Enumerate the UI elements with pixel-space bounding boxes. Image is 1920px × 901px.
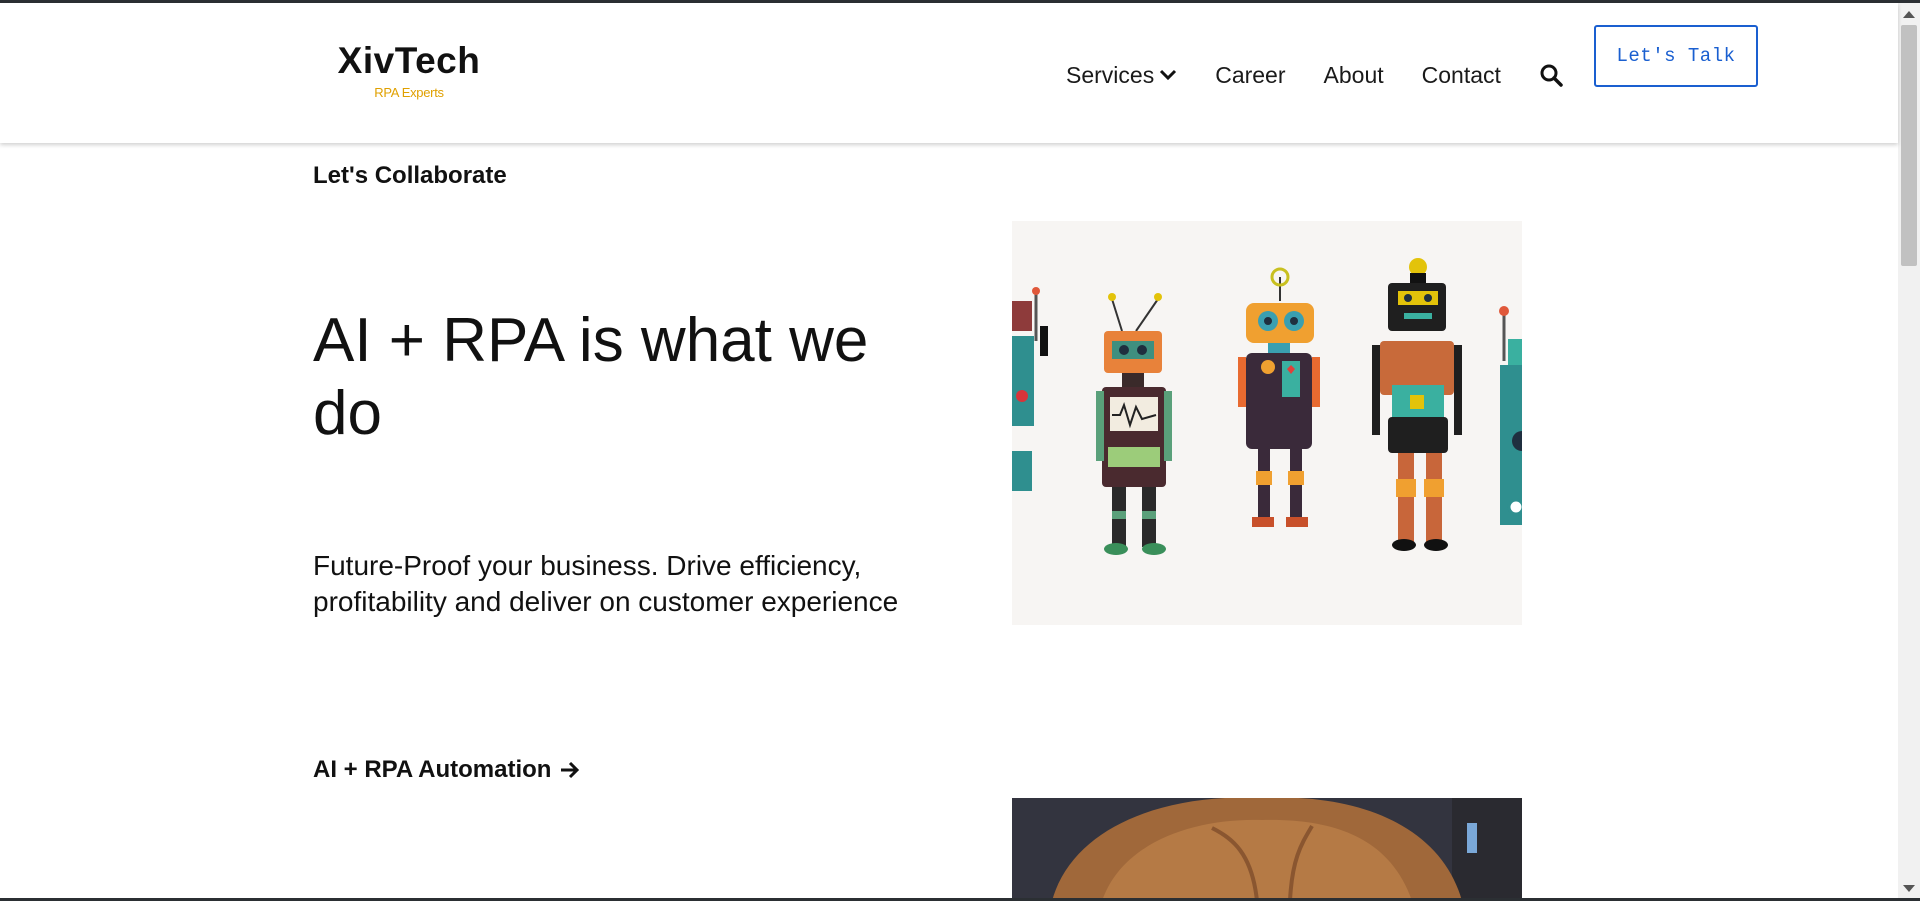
person-photo: [1012, 798, 1522, 901]
lets-talk-button[interactable]: Let's Talk: [1594, 25, 1758, 87]
scroll-up-arrow-icon[interactable]: [1903, 11, 1915, 18]
site-logo[interactable]: XivTech RPA Experts: [334, 39, 484, 100]
ai-rpa-automation-link[interactable]: AI + RPA Automation: [313, 756, 581, 784]
vertical-scrollbar[interactable]: [1898, 3, 1920, 898]
nav-about[interactable]: About: [1324, 62, 1384, 89]
scrollbar-thumb[interactable]: [1901, 25, 1917, 266]
hero-title: AI + RPA is what we do: [313, 306, 869, 448]
chevron-down-icon: [1160, 69, 1177, 81]
nav-services-label: Services: [1066, 61, 1155, 88]
logo-tagline: RPA Experts: [374, 85, 444, 100]
hero-subtitle: Future-Proof your business. Drive effici…: [313, 550, 899, 617]
nav-services[interactable]: Services: [1066, 62, 1177, 89]
search-icon: [1540, 64, 1563, 87]
site-header: XivTech RPA Experts Services Career Abou…: [0, 3, 1898, 143]
arrow-right-icon: [561, 761, 580, 779]
logo-name: XivTech: [337, 40, 481, 81]
section-eyebrow: Let's Collaborate: [313, 162, 507, 189]
main-nav: Services Career About Contact: [1066, 58, 1563, 92]
nav-contact[interactable]: Contact: [1422, 62, 1501, 89]
nav-career[interactable]: Career: [1215, 62, 1285, 89]
ai-rpa-automation-label: AI + RPA Automation: [313, 756, 552, 783]
search-button[interactable]: [1539, 63, 1563, 87]
robots-illustration: [1012, 221, 1522, 625]
scroll-down-arrow-icon[interactable]: [1903, 885, 1915, 892]
